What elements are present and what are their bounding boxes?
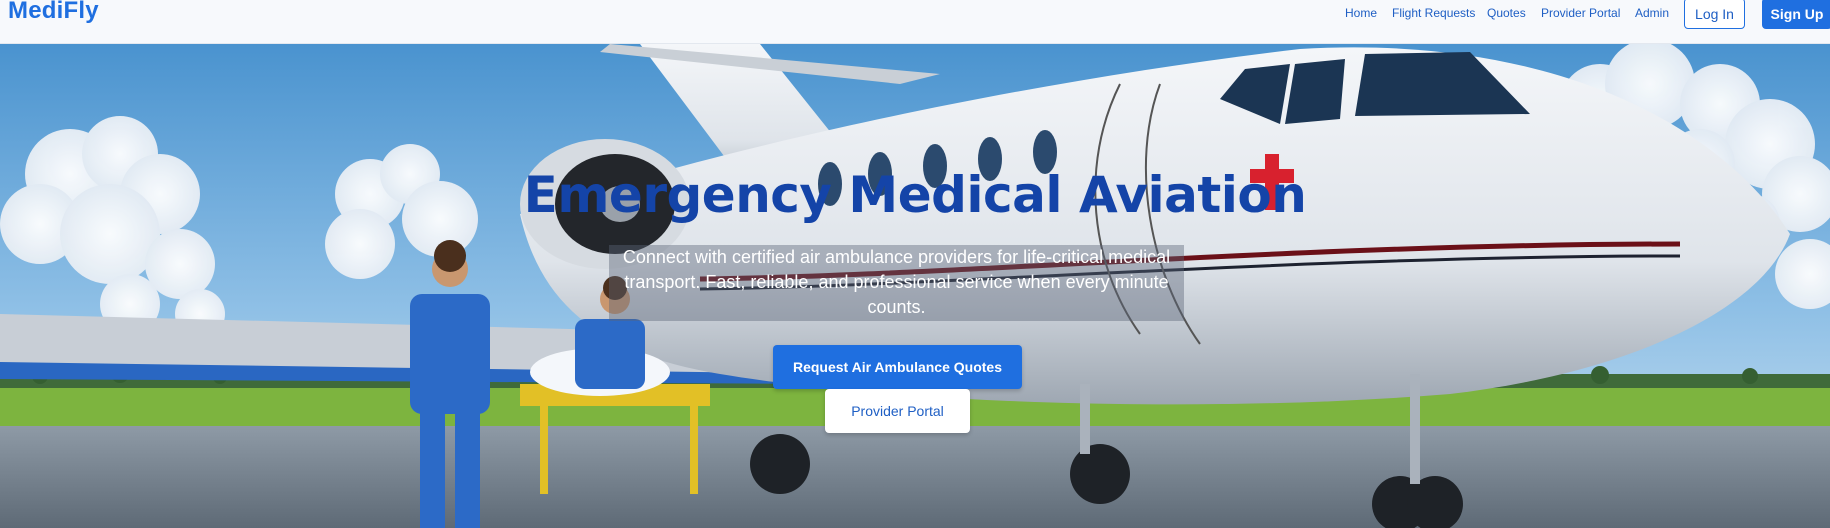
hero-section: Emergency Medical Aviation Connect with … xyxy=(0,44,1830,528)
top-navbar: MediFly Home Flight Requests Quotes Prov… xyxy=(0,0,1830,44)
nav-link-home[interactable]: Home xyxy=(1345,6,1377,20)
nav-link-admin[interactable]: Admin xyxy=(1635,6,1669,20)
brand-logo[interactable]: MediFly xyxy=(8,0,99,25)
nav-link-quotes[interactable]: Quotes xyxy=(1487,6,1526,20)
request-quotes-button[interactable]: Request Air Ambulance Quotes xyxy=(773,345,1022,389)
provider-portal-button[interactable]: Provider Portal xyxy=(825,389,970,433)
signup-button[interactable]: Sign Up xyxy=(1762,0,1830,29)
hero-subtitle: Connect with certified air ambulance pro… xyxy=(609,245,1184,321)
hero-headline: Emergency Medical Aviation xyxy=(523,166,1307,224)
nav-link-flight-requests[interactable]: Flight Requests xyxy=(1392,6,1475,20)
login-button[interactable]: Log In xyxy=(1684,0,1745,29)
nav-link-provider-portal[interactable]: Provider Portal xyxy=(1541,6,1620,20)
